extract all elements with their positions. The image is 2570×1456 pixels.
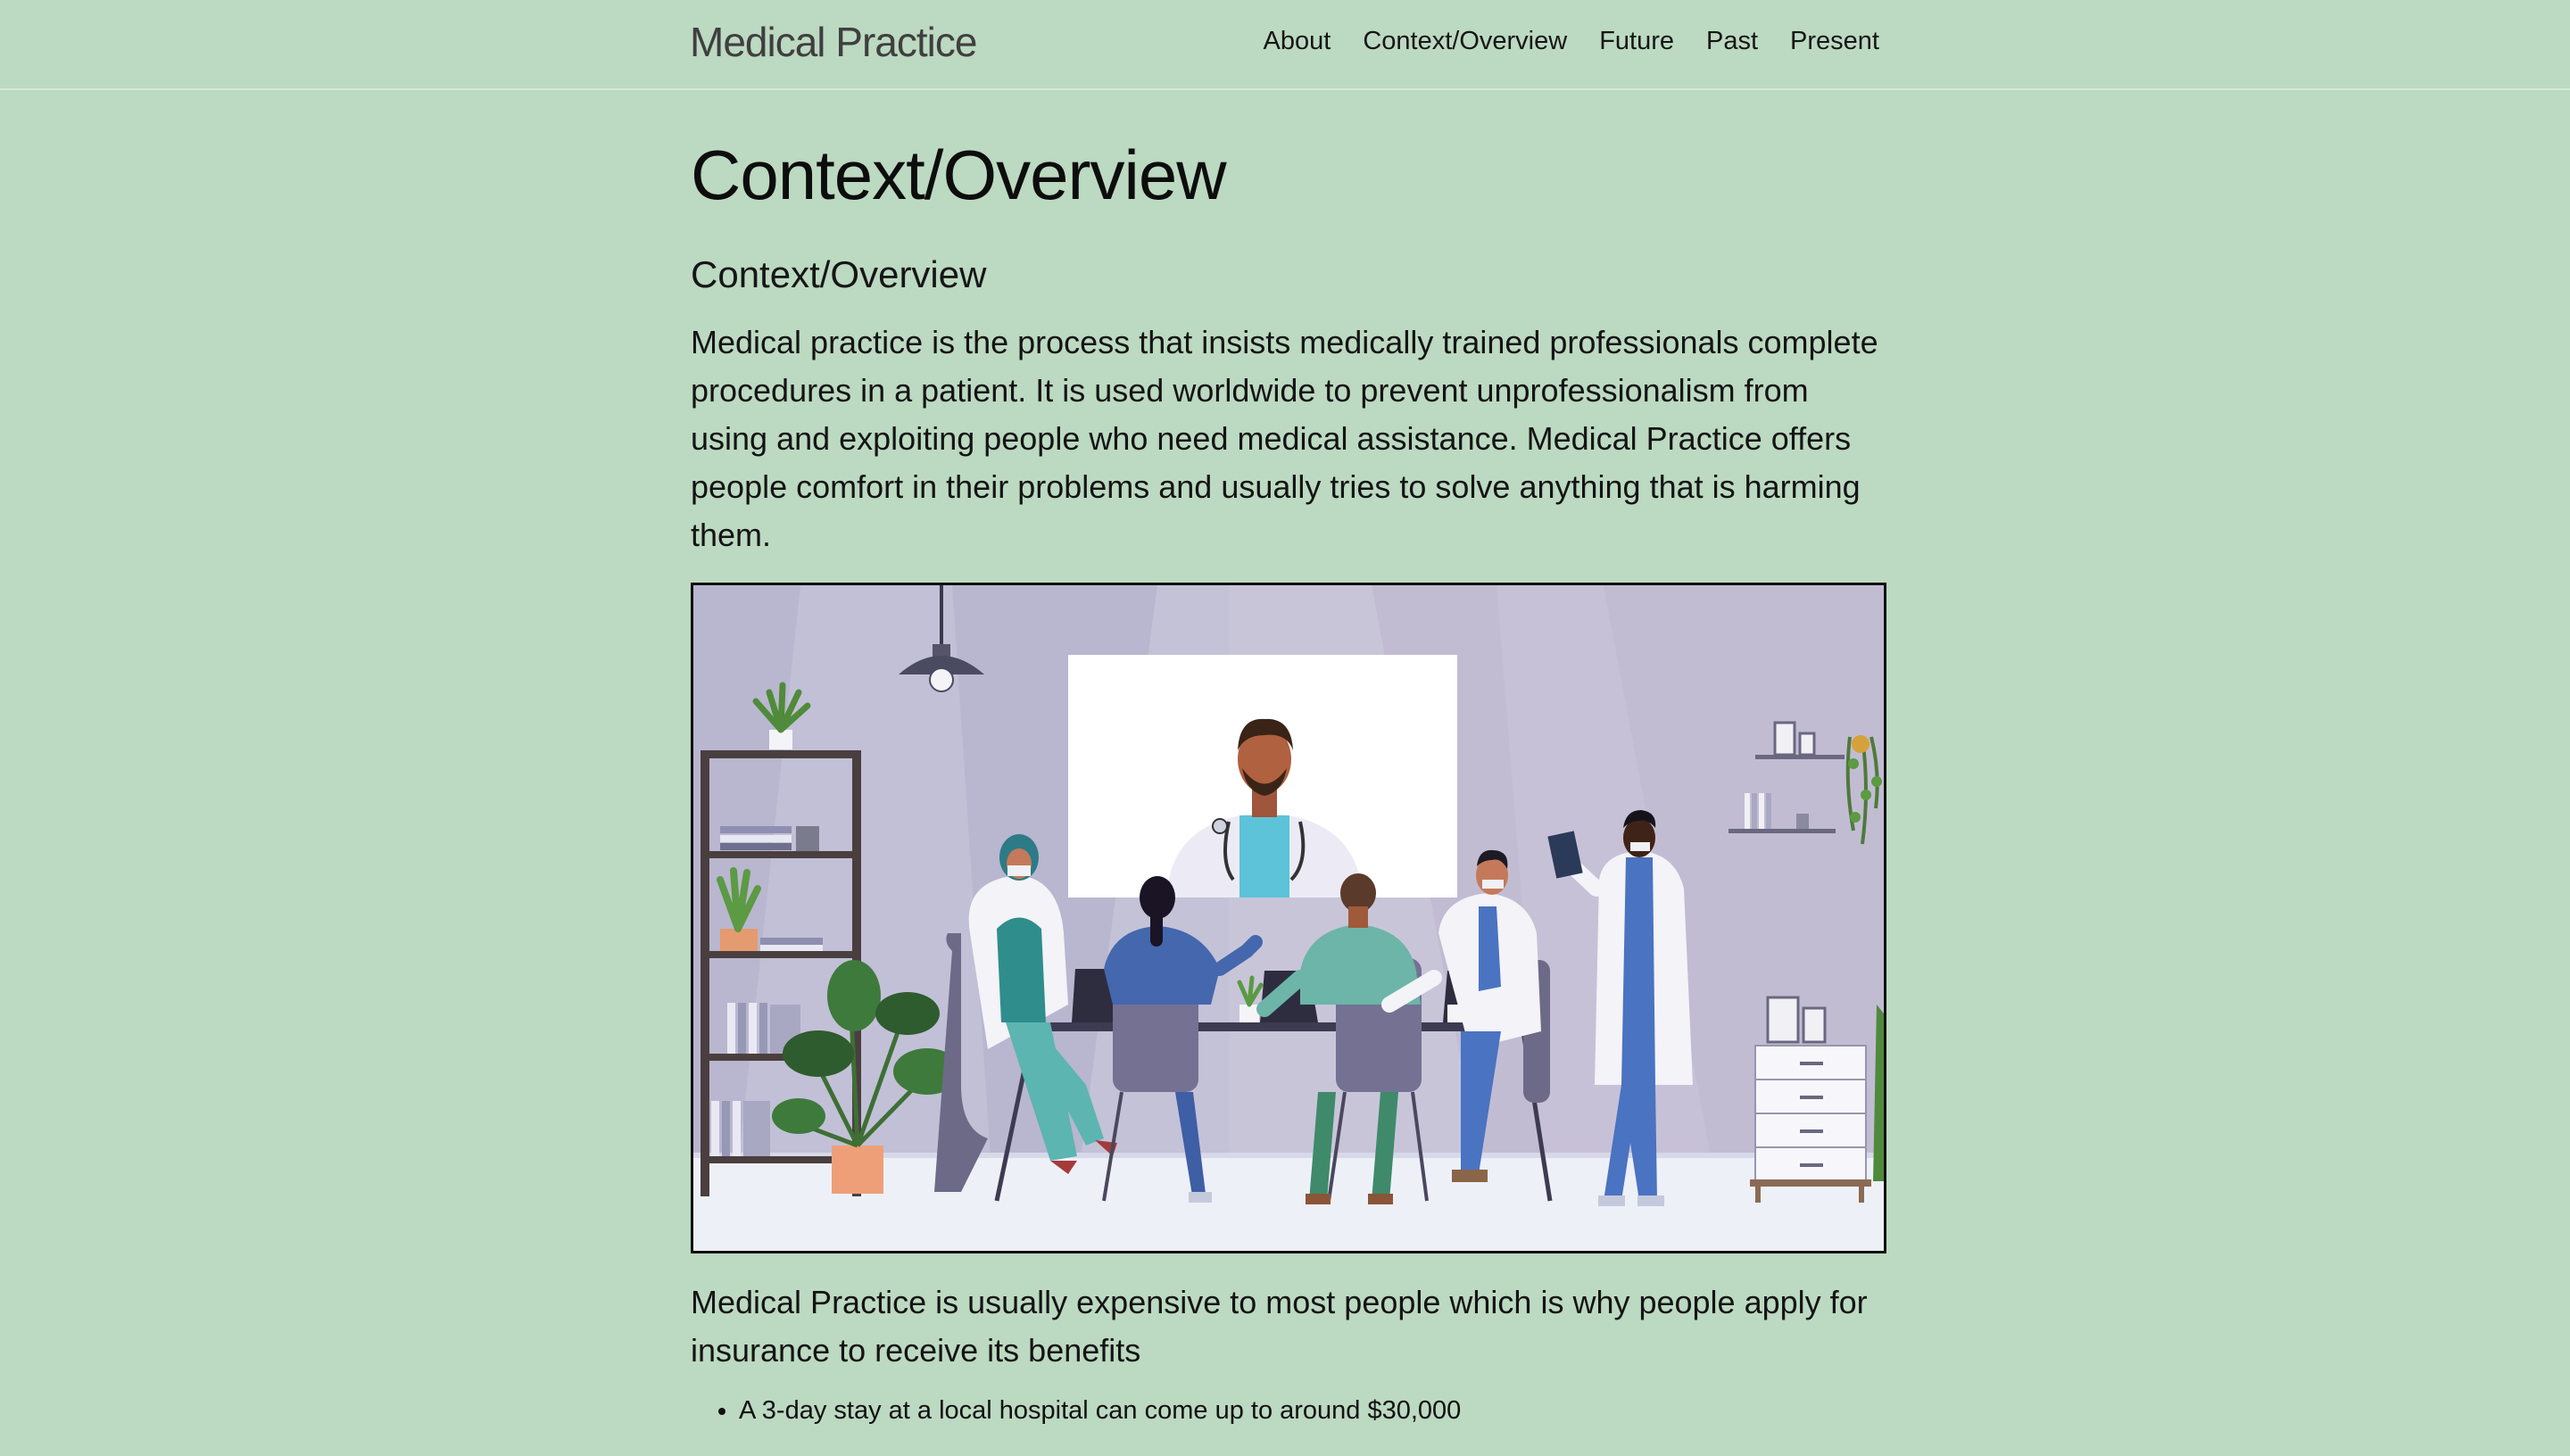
list-item: A 3-day stay at a local hospital can com… (739, 1393, 1886, 1428)
page-title: Context/Overview (691, 136, 1227, 214)
site-title-link[interactable]: Medical Practice (690, 18, 977, 66)
section-heading: Context/Overview (691, 253, 987, 295)
intro-paragraph: Medical practice is the process that ins… (691, 324, 1878, 553)
nav-link-about[interactable]: About (1264, 27, 1331, 56)
nav-link-context-overview[interactable]: Context/Overview (1363, 27, 1567, 56)
cost-paragraph: Medical Practice is usually expensive to… (691, 1284, 1868, 1369)
main-nav: About Context/Overview Future Past Prese… (1264, 27, 1879, 56)
site-header: Medical Practice About Context/Overview … (0, 0, 2570, 90)
facts-list: A 3-day stay at a local hospital can com… (691, 1393, 1886, 1428)
medical-team-meeting-illustration (691, 583, 1886, 1253)
nav-link-future[interactable]: Future (1599, 27, 1674, 56)
nav-link-present[interactable]: Present (1790, 27, 1879, 56)
nav-link-past[interactable]: Past (1706, 27, 1758, 56)
main-content: Context/Overview Context/Overview Medica… (691, 88, 1886, 1428)
